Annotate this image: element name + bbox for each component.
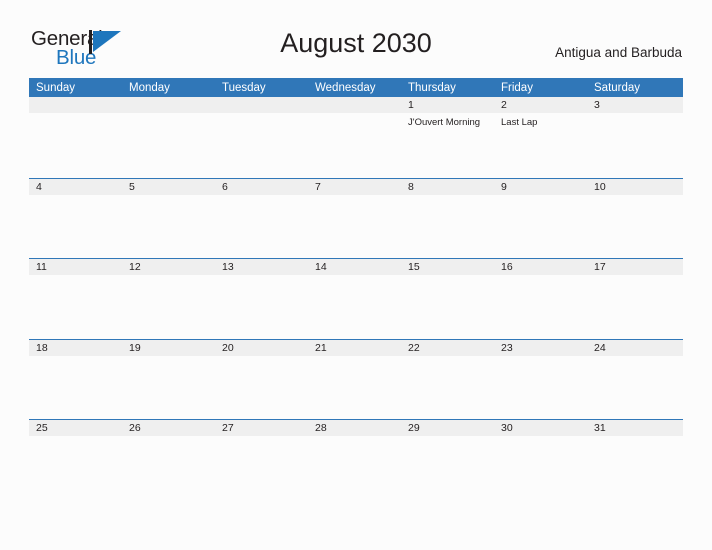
- day-number[interactable]: 26: [122, 420, 215, 436]
- day-events[interactable]: [29, 113, 122, 177]
- day-events[interactable]: [494, 195, 587, 259]
- day-events[interactable]: [494, 356, 587, 420]
- weekday-header-row: Sunday Monday Tuesday Wednesday Thursday…: [29, 78, 683, 97]
- day-number[interactable]: 16: [494, 259, 587, 275]
- day-number[interactable]: 30: [494, 420, 587, 436]
- day-number[interactable]: 6: [215, 179, 308, 195]
- day-number[interactable]: 13: [215, 259, 308, 275]
- day-events[interactable]: [215, 275, 308, 339]
- day-number[interactable]: [308, 97, 401, 113]
- day-events[interactable]: [587, 356, 683, 420]
- day-number[interactable]: 27: [215, 420, 308, 436]
- day-number[interactable]: 2: [494, 97, 587, 113]
- day-events[interactable]: [401, 436, 494, 500]
- day-events[interactable]: [587, 113, 683, 177]
- day-number[interactable]: 19: [122, 340, 215, 356]
- day-events[interactable]: [215, 113, 308, 177]
- week-date-band: 25 26 27 28 29 30 31: [29, 420, 683, 436]
- day-events[interactable]: [29, 436, 122, 500]
- week-row: 1 2 3 J'Ouvert Morning Last Lap: [29, 97, 683, 178]
- weekday-header-thursday: Thursday: [408, 81, 456, 94]
- day-events[interactable]: [401, 356, 494, 420]
- weekday-header-sunday: Sunday: [36, 81, 76, 94]
- day-number[interactable]: 25: [29, 420, 122, 436]
- day-events[interactable]: [29, 356, 122, 420]
- day-events[interactable]: [215, 436, 308, 500]
- day-number[interactable]: 9: [494, 179, 587, 195]
- day-events[interactable]: [308, 436, 401, 500]
- day-events[interactable]: [122, 195, 215, 259]
- day-number[interactable]: 10: [587, 179, 683, 195]
- week-date-band: 1 2 3: [29, 97, 683, 113]
- day-events[interactable]: [587, 195, 683, 259]
- day-events[interactable]: [587, 436, 683, 500]
- day-events[interactable]: [587, 275, 683, 339]
- week-date-band: 18 19 20 21 22 23 24: [29, 339, 683, 356]
- day-events[interactable]: [308, 195, 401, 259]
- week-event-band: [29, 275, 683, 339]
- day-events[interactable]: [401, 275, 494, 339]
- calendar-grid: Sunday Monday Tuesday Wednesday Thursday…: [29, 78, 683, 500]
- week-row: 18 19 20 21 22 23 24: [29, 338, 683, 420]
- day-number[interactable]: 18: [29, 340, 122, 356]
- day-number[interactable]: 12: [122, 259, 215, 275]
- weekday-header-saturday: Saturday: [594, 81, 641, 94]
- day-events[interactable]: [122, 356, 215, 420]
- week-event-band: J'Ouvert Morning Last Lap: [29, 113, 683, 177]
- day-number[interactable]: 8: [401, 179, 494, 195]
- week-event-band: [29, 436, 683, 500]
- week-row: 4 5 6 7 8 9 10: [29, 177, 683, 259]
- day-events[interactable]: [215, 356, 308, 420]
- day-number[interactable]: 14: [308, 259, 401, 275]
- day-events[interactable]: Last Lap: [494, 113, 587, 177]
- day-number[interactable]: 5: [122, 179, 215, 195]
- day-number[interactable]: 31: [587, 420, 683, 436]
- day-number[interactable]: 3: [587, 97, 683, 113]
- weekday-header-friday: Friday: [501, 81, 533, 94]
- day-events[interactable]: [122, 275, 215, 339]
- day-number[interactable]: 20: [215, 340, 308, 356]
- day-number[interactable]: 15: [401, 259, 494, 275]
- day-events[interactable]: [308, 113, 401, 177]
- day-number[interactable]: 1: [401, 97, 494, 113]
- calendar-page: General Blue August 2030 Antigua and Bar…: [0, 0, 712, 550]
- day-number[interactable]: [122, 97, 215, 113]
- day-number[interactable]: 23: [494, 340, 587, 356]
- day-events[interactable]: [29, 195, 122, 259]
- week-event-band: [29, 356, 683, 420]
- day-events[interactable]: [308, 356, 401, 420]
- day-number[interactable]: 29: [401, 420, 494, 436]
- day-events[interactable]: [308, 275, 401, 339]
- day-number[interactable]: 24: [587, 340, 683, 356]
- week-date-band: 4 5 6 7 8 9 10: [29, 178, 683, 195]
- page-header: General Blue August 2030 Antigua and Bar…: [0, 0, 712, 78]
- day-events[interactable]: [122, 113, 215, 177]
- day-number[interactable]: 4: [29, 179, 122, 195]
- weekday-header-monday: Monday: [129, 81, 170, 94]
- day-events[interactable]: [494, 436, 587, 500]
- day-events[interactable]: [122, 436, 215, 500]
- week-date-band: 11 12 13 14 15 16 17: [29, 259, 683, 275]
- week-event-band: [29, 195, 683, 259]
- day-events[interactable]: [401, 195, 494, 259]
- day-events[interactable]: J'Ouvert Morning: [401, 113, 494, 177]
- day-number[interactable]: 11: [29, 259, 122, 275]
- day-number[interactable]: 17: [587, 259, 683, 275]
- day-number[interactable]: 7: [308, 179, 401, 195]
- day-number[interactable]: 22: [401, 340, 494, 356]
- weekday-header-tuesday: Tuesday: [222, 81, 266, 94]
- country-label: Antigua and Barbuda: [555, 45, 682, 60]
- day-events[interactable]: [215, 195, 308, 259]
- week-row: 11 12 13 14 15 16 17: [29, 258, 683, 339]
- week-row: 25 26 27 28 29 30 31: [29, 419, 683, 500]
- day-number[interactable]: [215, 97, 308, 113]
- day-number[interactable]: [29, 97, 122, 113]
- weekday-header-wednesday: Wednesday: [315, 81, 376, 94]
- day-number[interactable]: 21: [308, 340, 401, 356]
- day-events[interactable]: [494, 275, 587, 339]
- day-events[interactable]: [29, 275, 122, 339]
- day-number[interactable]: 28: [308, 420, 401, 436]
